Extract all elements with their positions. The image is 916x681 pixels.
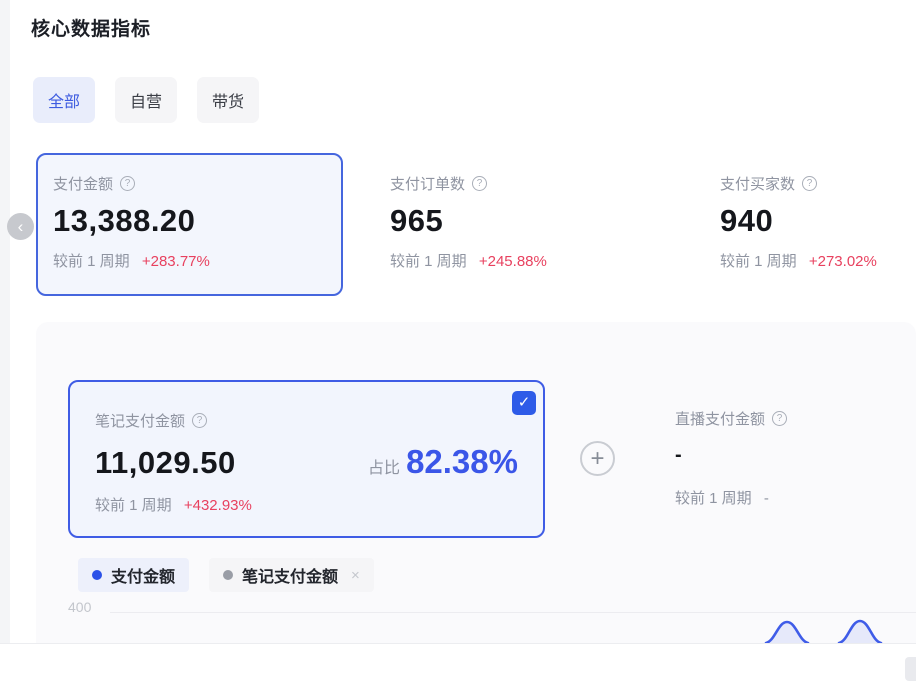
metric-label-row: 支付买家数 ? [720,173,916,194]
metric-card-payment-amount[interactable]: 支付金额 ? 13,388.20 较前 1 周期 +283.77% [36,153,343,296]
live-value: - [675,444,787,467]
help-icon[interactable]: ? [772,411,787,426]
help-icon[interactable]: ? [472,176,487,191]
compare-label: 较前 1 周期 [675,490,752,507]
metric-delta-row: 较前 1 周期 +283.77% [53,250,326,271]
note-label: 笔记支付金额 [95,410,185,431]
metric-label: 支付买家数 [720,173,795,194]
note-payment-card[interactable]: ✓ 笔记支付金额 ? 11,029.50 占比 82.38% 较前 1 周期 +… [68,380,545,538]
ratio-value: 82.38% [406,443,518,481]
close-icon[interactable]: × [351,567,360,584]
page-left-gutter [0,0,10,643]
metric-delta-row: 较前 1 周期 +273.02% [720,250,916,271]
metric-value: 965 [390,203,663,239]
compare-label: 较前 1 周期 [53,253,130,270]
live-delta-row: 较前 1 周期 - [675,487,787,508]
note-delta-row: 较前 1 周期 +432.93% [95,494,518,515]
legend-dot-icon [223,570,233,580]
metric-card-order-count[interactable]: 支付订单数 ? 965 较前 1 周期 +245.88% [373,153,680,296]
delta-value: +273.02% [809,253,877,270]
tab-affiliate[interactable]: 带货 [197,77,259,123]
metric-value: 13,388.20 [53,203,326,239]
delta-value: +283.77% [142,253,210,270]
metric-value: 940 [720,203,916,239]
legend-label: 笔记支付金额 [242,563,338,587]
metric-label: 支付订单数 [390,173,465,194]
tab-all[interactable]: 全部 [33,77,95,123]
line-series-chart [700,595,916,643]
cutoff-floating-widget[interactable] [905,657,916,681]
series-peak-2 [839,621,881,643]
page-title: 核心数据指标 [31,14,151,41]
help-icon[interactable]: ? [802,176,817,191]
legend-dot-icon [92,570,102,580]
check-icon: ✓ [518,394,531,411]
live-label: 直播支付金额 [675,408,765,429]
legend-label: 支付金额 [111,563,175,587]
metric-label-row: 支付订单数 ? [390,173,663,194]
checkbox[interactable]: ✓ [512,391,536,415]
chart-legend: 支付金额 笔记支付金额 × [78,558,374,592]
delta-value: +432.93% [184,497,252,514]
plus-icon: + [590,445,604,472]
metric-label: 支付金额 [53,173,113,194]
compare-label: 较前 1 周期 [720,253,797,270]
chevron-left-icon: ‹ [18,217,24,236]
metric-label-row: 支付金额 ? [53,173,326,194]
metric-card-buyer-count[interactable]: 支付买家数 ? 940 较前 1 周期 +273.02% [703,153,916,296]
note-value-row: 11,029.50 占比 82.38% [95,443,518,481]
section-divider [0,643,916,644]
tab-self-operated[interactable]: 自营 [115,77,177,123]
note-label-row: 笔记支付金额 ? [95,410,518,431]
metric-delta-row: 较前 1 周期 +245.88% [390,250,663,271]
note-value: 11,029.50 [95,445,368,481]
delta-value: +245.88% [479,253,547,270]
carousel-prev-button[interactable]: ‹ [7,213,34,240]
add-metric-button[interactable]: + [580,441,615,476]
scope-tabs: 全部 自营 带货 [33,77,259,123]
breakdown-panel: ✓ 笔记支付金额 ? 11,029.50 占比 82.38% 较前 1 周期 +… [36,322,916,643]
legend-chip-note-payment[interactable]: 笔记支付金额 × [209,558,374,592]
live-payment-block[interactable]: 直播支付金额 ? - 较前 1 周期 - [675,408,787,508]
series-peak-1 [766,622,808,643]
help-icon[interactable]: ? [120,176,135,191]
help-icon[interactable]: ? [192,413,207,428]
delta-value: - [764,490,769,507]
ratio-label: 占比 [368,454,400,478]
compare-label: 较前 1 周期 [95,497,172,514]
compare-label: 较前 1 周期 [390,253,467,270]
y-axis-tick: 400 [68,599,91,615]
legend-chip-payment[interactable]: 支付金额 [78,558,189,592]
live-label-row: 直播支付金额 ? [675,408,787,429]
